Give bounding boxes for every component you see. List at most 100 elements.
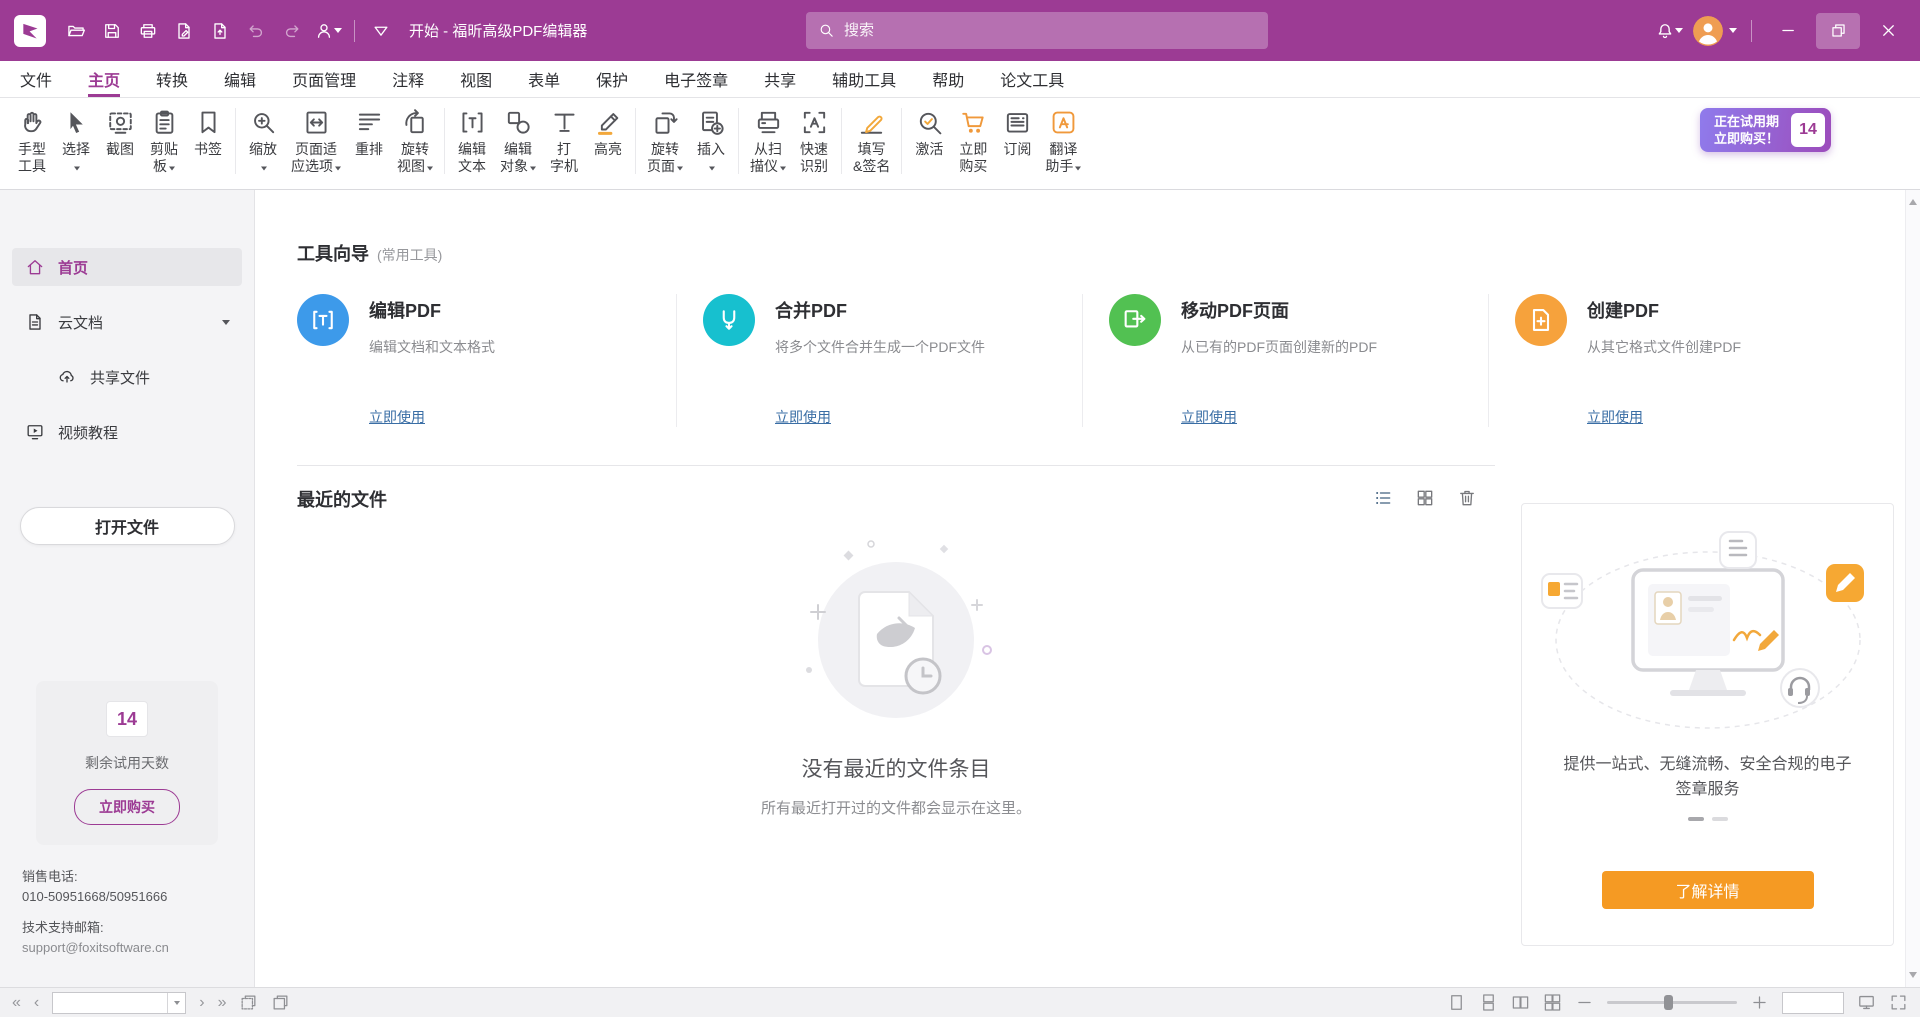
account-roaming-icon[interactable] [310, 13, 346, 49]
ribbon-activate[interactable]: 激活 [907, 104, 951, 160]
avatar[interactable] [1693, 16, 1723, 46]
menu-comment[interactable]: 注释 [392, 61, 424, 97]
list-view-icon[interactable] [1373, 488, 1393, 511]
sidebar-item-video-tutorials[interactable]: 视频教程 [12, 413, 242, 451]
facing-continuous-view-icon[interactable] [1543, 993, 1562, 1012]
menu-esign[interactable]: 电子签章 [664, 61, 728, 97]
fullscreen-icon[interactable] [1889, 993, 1908, 1012]
menu-paper-tools[interactable]: 论文工具 [1000, 61, 1064, 97]
ribbon-reflow[interactable]: 重排 [347, 104, 391, 160]
facing-view-icon[interactable] [1511, 993, 1530, 1012]
redo-icon[interactable] [274, 13, 310, 49]
save-as-icon[interactable] [166, 13, 202, 49]
ribbon-rotate-view[interactable]: 旋转视图 [391, 104, 439, 177]
search-input[interactable] [844, 22, 1256, 39]
trash-icon[interactable] [1457, 488, 1477, 511]
ribbon-from-scanner[interactable]: 从扫描仪 [744, 104, 792, 177]
open-file-button[interactable]: 打开文件 [20, 507, 235, 545]
use-now-link[interactable]: 立即使用 [369, 407, 425, 427]
zoom-level-box[interactable] [1782, 992, 1844, 1014]
card-edit-pdf[interactable]: 编辑PDF 编辑文档和文本格式 立即使用 [297, 294, 676, 427]
scroll-down-arrow-icon[interactable] [1909, 972, 1917, 982]
zoom-in-icon[interactable] [1750, 993, 1769, 1012]
menu-accessibility[interactable]: 辅助工具 [832, 61, 896, 97]
use-now-link[interactable]: 立即使用 [1587, 407, 1643, 427]
menu-view[interactable]: 视图 [460, 61, 492, 97]
search-bar[interactable] [806, 12, 1268, 49]
previous-page-icon[interactable]: ‹ [34, 995, 39, 1011]
ribbon-highlight[interactable]: 高亮 [586, 104, 630, 160]
previous-view-icon[interactable] [239, 993, 258, 1012]
menu-page-organize[interactable]: 页面管理 [292, 61, 356, 97]
ribbon-bookmark[interactable]: 书签 [186, 104, 230, 160]
learn-more-button[interactable]: 了解详情 [1602, 871, 1814, 909]
card-move-pdf-pages[interactable]: 移动PDF页面 从已有的PDF页面创建新的PDF 立即使用 [1082, 294, 1488, 427]
menu-form[interactable]: 表单 [528, 61, 560, 97]
ribbon-select[interactable]: 选择 [54, 104, 98, 177]
save-icon[interactable] [94, 13, 130, 49]
ribbon-typewriter[interactable]: 打字机 [542, 104, 586, 177]
menu-help[interactable]: 帮助 [932, 61, 964, 97]
card-create-pdf[interactable]: 创建PDF 从其它格式文件创建PDF 立即使用 [1488, 294, 1894, 427]
menu-home[interactable]: 主页 [88, 61, 120, 97]
grid-view-icon[interactable] [1415, 488, 1435, 511]
avatar-menu-caret[interactable] [1729, 28, 1737, 37]
reading-mode-icon[interactable] [1857, 993, 1876, 1012]
zoom-slider[interactable] [1607, 1001, 1737, 1004]
ribbon-quick-ocr[interactable]: 快速识别 [792, 104, 836, 177]
collapse-ribbon-icon[interactable] [363, 13, 399, 49]
next-view-icon[interactable] [271, 993, 290, 1012]
carousel-dot[interactable] [1712, 817, 1728, 821]
zoom-level-input[interactable] [1783, 993, 1843, 1013]
ribbon-snapshot[interactable]: 截图 [98, 104, 142, 160]
restore-button[interactable] [1816, 13, 1860, 49]
page-number-box[interactable] [52, 992, 186, 1014]
ribbon-edit-object[interactable]: 编辑对象 [494, 104, 542, 177]
ribbon-translate-assistant[interactable]: 翻译助手 [1039, 104, 1087, 177]
menu-share[interactable]: 共享 [764, 61, 796, 97]
use-now-link[interactable]: 立即使用 [1181, 407, 1237, 427]
ribbon-rotate-pages[interactable]: 旋转页面 [641, 104, 689, 177]
close-button[interactable] [1866, 13, 1910, 49]
continuous-view-icon[interactable] [1479, 993, 1498, 1012]
carousel-dot-active[interactable] [1688, 817, 1704, 821]
vertical-scrollbar[interactable] [1905, 190, 1920, 987]
page-number-input[interactable] [53, 995, 167, 1010]
ribbon-hand-tool[interactable]: 手型工具 [10, 104, 54, 177]
sidebar-item-cloud-docs[interactable]: 云文档 [12, 303, 242, 341]
ribbon-subscribe[interactable]: 订阅 [995, 104, 1039, 160]
ribbon-insert[interactable]: 插入 [689, 104, 733, 177]
sidebar-item-shared-files[interactable]: 共享文件 [44, 358, 242, 396]
card-merge-pdf[interactable]: 合并PDF 将多个文件合并生成一个PDF文件 立即使用 [676, 294, 1082, 427]
trial-buy-badge[interactable]: 正在试用期 立即购买！ 14 [1700, 108, 1831, 152]
zoom-slider-knob[interactable] [1664, 995, 1673, 1010]
ribbon-clipboard[interactable]: 剪贴板 [142, 104, 186, 177]
ribbon-edit-text[interactable]: 编辑文本 [450, 104, 494, 177]
page-dropdown[interactable] [167, 993, 185, 1013]
ribbon-fit-page-options[interactable]: 页面适应选项 [285, 104, 347, 177]
last-page-icon[interactable]: » [218, 995, 227, 1011]
first-page-icon[interactable]: « [12, 995, 21, 1011]
scroll-up-arrow-icon[interactable] [1909, 195, 1917, 205]
minimize-button[interactable] [1766, 13, 1810, 49]
open-folder-icon[interactable] [58, 13, 94, 49]
ribbon-buy-now[interactable]: 立即购买 [951, 104, 995, 177]
menu-edit[interactable]: 编辑 [224, 61, 256, 97]
menu-file[interactable]: 文件 [20, 61, 52, 97]
print-icon[interactable] [130, 13, 166, 49]
support-email-address[interactable]: support@foxitsoftware.cn [22, 938, 232, 958]
menu-protect[interactable]: 保护 [596, 61, 628, 97]
use-now-link[interactable]: 立即使用 [775, 407, 831, 427]
buy-now-button[interactable]: 立即购买 [74, 789, 180, 825]
chevron-down-icon[interactable] [222, 320, 230, 329]
export-icon[interactable] [202, 13, 238, 49]
menu-convert[interactable]: 转换 [156, 61, 188, 97]
undo-icon[interactable] [238, 13, 274, 49]
ribbon-zoom[interactable]: 缩放 [241, 104, 285, 177]
sidebar-item-home[interactable]: 首页 [12, 248, 242, 286]
single-page-view-icon[interactable] [1447, 993, 1466, 1012]
next-page-icon[interactable]: › [199, 995, 204, 1011]
ribbon-fill-sign[interactable]: 填写&签名 [847, 104, 896, 177]
zoom-out-icon[interactable] [1575, 993, 1594, 1012]
notification-bell-icon[interactable] [1651, 13, 1687, 49]
